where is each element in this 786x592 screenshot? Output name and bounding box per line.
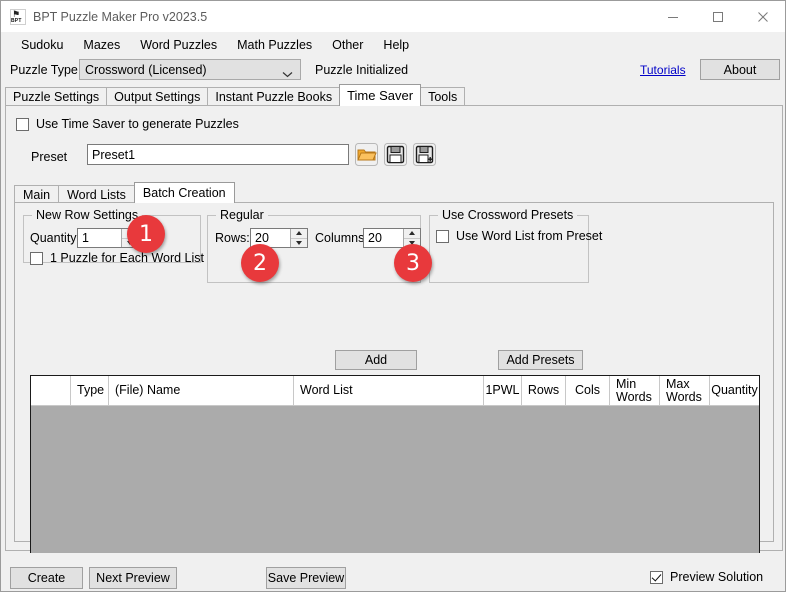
chevron-down-icon xyxy=(282,67,293,81)
create-button[interactable]: Create xyxy=(10,567,83,589)
close-icon[interactable] xyxy=(740,1,785,32)
menu-item-mazes[interactable]: Mazes xyxy=(73,35,130,55)
puzzle-type-select[interactable]: Crossword (Licensed) xyxy=(79,59,301,80)
use-wordlist-from-preset-label: Use Word List from Preset xyxy=(456,229,602,243)
preview-solution-checkbox[interactable]: Preview Solution xyxy=(650,570,763,584)
quantity-label: Quantity: xyxy=(30,231,80,245)
use-wordlist-from-preset-checkbox[interactable]: Use Word List from Preset xyxy=(436,229,602,243)
menu-item-help[interactable]: Help xyxy=(373,35,419,55)
annotation-badge-2: 2 xyxy=(241,244,279,282)
tab-tools[interactable]: Tools xyxy=(420,87,465,106)
grid-col-file-name[interactable]: (File) Name xyxy=(109,376,294,405)
grid-col-select[interactable] xyxy=(31,376,71,405)
puzzle-status-label: Puzzle Initialized xyxy=(315,63,408,77)
save-as-icon[interactable] xyxy=(413,143,436,166)
columns-value: 20 xyxy=(364,231,403,245)
preview-solution-checkbox-box[interactable] xyxy=(650,571,663,584)
quantity-value: 1 xyxy=(78,231,121,245)
preset-value: Preset1 xyxy=(92,148,135,162)
new-row-settings-title: New Row Settings xyxy=(32,208,142,222)
grid-col-max-words[interactable]: Max Words xyxy=(660,376,710,405)
grid-col-word-list[interactable]: Word List xyxy=(294,376,484,405)
batch-creation-page: New Row Settings Quantity: 1 1 Puzzle fo… xyxy=(14,202,774,542)
tab-time-saver[interactable]: Time Saver xyxy=(339,84,421,106)
rows-stepper-down[interactable] xyxy=(291,238,307,248)
one-puzzle-per-wordlist-checkbox[interactable]: 1 Puzzle for Each Word List xyxy=(30,251,204,265)
rows-label: Rows: xyxy=(215,231,250,245)
rows-stepper-up[interactable] xyxy=(291,229,307,238)
one-puzzle-per-wordlist-checkbox-box[interactable] xyxy=(30,252,43,265)
regular-group: Regular xyxy=(207,215,421,283)
grid-col-min-words[interactable]: Min Words xyxy=(610,376,660,405)
main-tab-strip: Puzzle Settings Output Settings Instant … xyxy=(5,85,783,106)
batch-grid-header: Type (File) Name Word List 1PWL Rows Col… xyxy=(31,376,759,406)
window-title: BPT Puzzle Maker Pro v2023.5 xyxy=(33,10,207,24)
preview-solution-label: Preview Solution xyxy=(670,570,763,584)
one-puzzle-per-wordlist-label: 1 Puzzle for Each Word List xyxy=(50,251,204,265)
tutorials-link[interactable]: Tutorials xyxy=(640,63,686,77)
puzzle-type-row: Puzzle Type Crossword (Licensed) Puzzle … xyxy=(1,59,785,84)
use-time-saver-checkbox-box[interactable] xyxy=(16,118,29,131)
columns-stepper-up[interactable] xyxy=(404,229,420,238)
open-folder-icon[interactable] xyxy=(355,143,378,166)
application-window: ⚑ BPT BPT Puzzle Maker Pro v2023.5 Sudok… xyxy=(0,0,786,592)
columns-label: Columns xyxy=(315,231,364,245)
grid-col-1pwl[interactable]: 1PWL xyxy=(484,376,522,405)
tab-instant-puzzle-books[interactable]: Instant Puzzle Books xyxy=(207,87,340,106)
minimize-icon[interactable] xyxy=(650,1,695,32)
time-saver-tab-strip: Main Word Lists Batch Creation xyxy=(14,182,774,203)
add-button[interactable]: Add xyxy=(335,350,417,370)
regular-group-title: Regular xyxy=(216,208,268,222)
tab-output-settings[interactable]: Output Settings xyxy=(106,87,208,106)
preset-input[interactable]: Preset1 xyxy=(87,144,349,165)
menu-bar: Sudoku Mazes Word Puzzles Math Puzzles O… xyxy=(1,32,785,58)
tab-puzzle-settings[interactable]: Puzzle Settings xyxy=(5,87,107,106)
rows-value: 20 xyxy=(251,231,290,245)
annotation-badge-1: 1 xyxy=(127,215,165,253)
annotation-badge-3: 3 xyxy=(394,244,432,282)
crossword-presets-group: Use Crossword Presets xyxy=(429,215,589,283)
inner-tab-batch-creation[interactable]: Batch Creation xyxy=(134,182,235,203)
about-button[interactable]: About xyxy=(700,59,780,80)
use-wordlist-from-preset-checkbox-box[interactable] xyxy=(436,230,449,243)
menu-item-sudoku[interactable]: Sudoku xyxy=(11,35,73,55)
use-time-saver-checkbox[interactable]: Use Time Saver to generate Puzzles xyxy=(16,117,239,131)
preset-label: Preset xyxy=(31,150,67,164)
next-preview-button[interactable]: Next Preview xyxy=(89,567,177,589)
grid-col-type[interactable]: Type xyxy=(71,376,109,405)
puzzle-type-label: Puzzle Type xyxy=(10,63,78,77)
menu-item-word-puzzles[interactable]: Word Puzzles xyxy=(130,35,227,55)
inner-tab-word-lists[interactable]: Word Lists xyxy=(58,185,135,203)
grid-col-cols[interactable]: Cols xyxy=(566,376,610,405)
rows-stepper-buttons[interactable] xyxy=(290,229,307,247)
grid-col-rows[interactable]: Rows xyxy=(522,376,566,405)
inner-tab-main[interactable]: Main xyxy=(14,185,59,203)
app-icon-sub: BPT xyxy=(11,19,22,24)
window-controls xyxy=(650,1,785,32)
save-preview-button[interactable]: Save Preview xyxy=(266,567,346,589)
crossword-presets-title: Use Crossword Presets xyxy=(438,208,577,222)
time-saver-page: Use Time Saver to generate Puzzles Prese… xyxy=(5,105,783,551)
puzzle-type-value: Crossword (Licensed) xyxy=(80,63,207,77)
grid-col-quantity[interactable]: Quantity xyxy=(710,376,759,405)
add-presets-button[interactable]: Add Presets xyxy=(498,350,583,370)
title-bar: ⚑ BPT BPT Puzzle Maker Pro v2023.5 xyxy=(1,1,785,32)
menu-item-math-puzzles[interactable]: Math Puzzles xyxy=(227,35,322,55)
menu-item-other[interactable]: Other xyxy=(322,35,373,55)
use-time-saver-label: Use Time Saver to generate Puzzles xyxy=(36,117,239,131)
maximize-icon[interactable] xyxy=(695,1,740,32)
save-icon[interactable] xyxy=(384,143,407,166)
app-icon: ⚑ BPT xyxy=(10,9,26,25)
